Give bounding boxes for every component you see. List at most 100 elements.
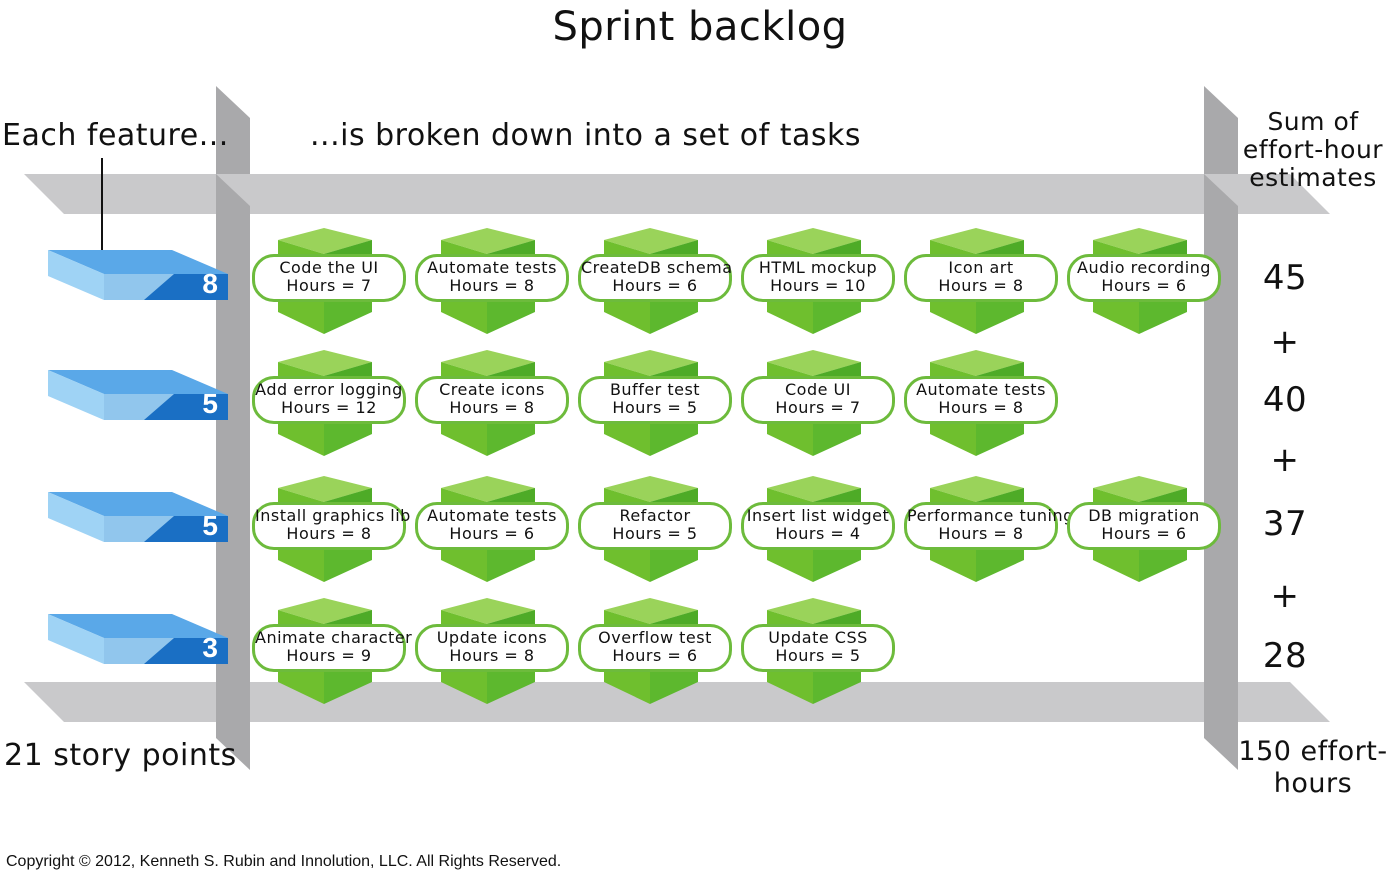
plus-sign: + — [1270, 322, 1300, 362]
task-hours: Hours = 6 — [1101, 276, 1187, 295]
task-name: Icon art — [948, 258, 1014, 277]
task-card: Automate tests Hours = 6 — [415, 474, 571, 584]
task-card: Create icons Hours = 8 — [415, 348, 571, 458]
task-label: Update CSS Hours = 5 — [741, 624, 895, 672]
task-label: Automate tests Hours = 8 — [415, 254, 569, 302]
task-name: Add error logging — [255, 380, 403, 399]
task-card: HTML mockup Hours = 10 — [741, 226, 897, 336]
task-hours: Hours = 8 — [938, 398, 1024, 417]
task-label: Update icons Hours = 8 — [415, 624, 569, 672]
task-name: Automate tests — [916, 380, 1046, 399]
task-card: Install graphics lib Hours = 8 — [252, 474, 411, 584]
feature-slab: 5 — [44, 366, 230, 422]
task-name: Install graphics lib — [255, 506, 411, 525]
task-hours: Hours = 5 — [612, 524, 698, 543]
task-card: Code UI Hours = 7 — [741, 348, 897, 458]
task-card: CreateDB schema Hours = 6 — [578, 226, 734, 336]
task-card: Insert list widget Hours = 4 — [741, 474, 897, 584]
task-hours: Hours = 8 — [449, 398, 535, 417]
backlog-grid: 8 Code the UI Hours = 7 Automate tests Hours… — [0, 0, 1400, 876]
task-name: Code UI — [785, 380, 851, 399]
task-hours: Hours = 6 — [612, 276, 698, 295]
task-label: Add error logging Hours = 12 — [252, 376, 406, 424]
task-hours: Hours = 8 — [449, 276, 535, 295]
feature-slab: 3 — [44, 610, 230, 666]
task-label: Overflow test Hours = 6 — [578, 624, 732, 672]
task-hours: Hours = 6 — [1101, 524, 1187, 543]
task-hours: Hours = 6 — [449, 524, 535, 543]
task-label: CreateDB schema Hours = 6 — [578, 254, 732, 302]
task-hours: Hours = 6 — [612, 646, 698, 665]
row-hours-sum: 37 — [1262, 504, 1308, 544]
feature-story-points: 5 — [202, 510, 218, 541]
task-name: Update CSS — [768, 628, 868, 647]
task-card: Icon art Hours = 8 — [904, 226, 1060, 336]
task-label: HTML mockup Hours = 10 — [741, 254, 895, 302]
task-label: Automate tests Hours = 8 — [904, 376, 1058, 424]
task-card: Automate tests Hours = 8 — [904, 348, 1060, 458]
task-name: Buffer test — [609, 380, 701, 399]
task-hours: Hours = 7 — [286, 276, 372, 295]
task-name: HTML mockup — [758, 258, 878, 277]
task-name: CreateDB schema — [581, 258, 733, 277]
task-label: Insert list widget Hours = 4 — [741, 502, 895, 550]
task-name: Automate tests — [427, 258, 557, 277]
task-name: Audio recording — [1077, 258, 1211, 277]
task-label: Icon art Hours = 8 — [904, 254, 1058, 302]
task-hours: Hours = 5 — [612, 398, 698, 417]
task-card: Update icons Hours = 8 — [415, 596, 571, 706]
task-card: DB migration Hours = 6 — [1067, 474, 1223, 584]
task-label: Performance tuning Hours = 8 — [904, 502, 1074, 550]
task-card: Refactor Hours = 5 — [578, 474, 734, 584]
task-label: Audio recording Hours = 6 — [1067, 254, 1221, 302]
task-card: Audio recording Hours = 6 — [1067, 226, 1223, 336]
task-hours: Hours = 8 — [938, 524, 1024, 543]
task-hours: Hours = 10 — [770, 276, 866, 295]
task-name: Animate character — [255, 628, 413, 647]
row-hours-sum: 45 — [1262, 258, 1308, 298]
task-hours: Hours = 5 — [775, 646, 861, 665]
task-card: Overflow test Hours = 6 — [578, 596, 734, 706]
task-label: DB migration Hours = 6 — [1067, 502, 1221, 550]
task-hours: Hours = 8 — [938, 276, 1024, 295]
task-card: Update CSS Hours = 5 — [741, 596, 897, 706]
task-name: Automate tests — [427, 506, 557, 525]
task-card: Animate character Hours = 9 — [252, 596, 413, 706]
row-hours-sum: 40 — [1262, 380, 1308, 420]
feature-story-points: 8 — [202, 268, 218, 299]
task-label: Refactor Hours = 5 — [578, 502, 732, 550]
task-name: Insert list widget — [746, 506, 890, 525]
task-name: DB migration — [1088, 506, 1200, 525]
task-card: Buffer test Hours = 5 — [578, 348, 734, 458]
task-card: Performance tuning Hours = 8 — [904, 474, 1074, 584]
task-name: Refactor — [619, 506, 691, 525]
row-hours-sum: 28 — [1262, 636, 1308, 676]
task-hours: Hours = 7 — [775, 398, 861, 417]
feature-story-points: 3 — [202, 632, 218, 663]
task-name: Performance tuning — [907, 506, 1074, 525]
feature-slab: 8 — [44, 246, 230, 302]
task-name: Update icons — [436, 628, 548, 647]
task-card: Add error logging Hours = 12 — [252, 348, 408, 458]
task-card: Automate tests Hours = 8 — [415, 226, 571, 336]
task-label: Code the UI Hours = 7 — [252, 254, 406, 302]
task-hours: Hours = 8 — [286, 524, 372, 543]
task-name: Overflow test — [598, 628, 712, 647]
task-label: Automate tests Hours = 6 — [415, 502, 569, 550]
task-hours: Hours = 9 — [286, 646, 372, 665]
plus-sign: + — [1270, 576, 1300, 616]
task-name: Code the UI — [279, 258, 379, 277]
feature-story-points: 5 — [202, 388, 218, 419]
task-label: Buffer test Hours = 5 — [578, 376, 732, 424]
task-hours: Hours = 4 — [775, 524, 861, 543]
task-hours: Hours = 12 — [281, 398, 377, 417]
task-hours: Hours = 8 — [449, 646, 535, 665]
task-label: Create icons Hours = 8 — [415, 376, 569, 424]
task-name: Create icons — [439, 380, 545, 399]
feature-slab: 5 — [44, 488, 230, 544]
task-label: Code UI Hours = 7 — [741, 376, 895, 424]
task-label: Install graphics lib Hours = 8 — [252, 502, 411, 550]
task-label: Animate character Hours = 9 — [252, 624, 413, 672]
task-card: Code the UI Hours = 7 — [252, 226, 408, 336]
plus-sign: + — [1270, 440, 1300, 480]
